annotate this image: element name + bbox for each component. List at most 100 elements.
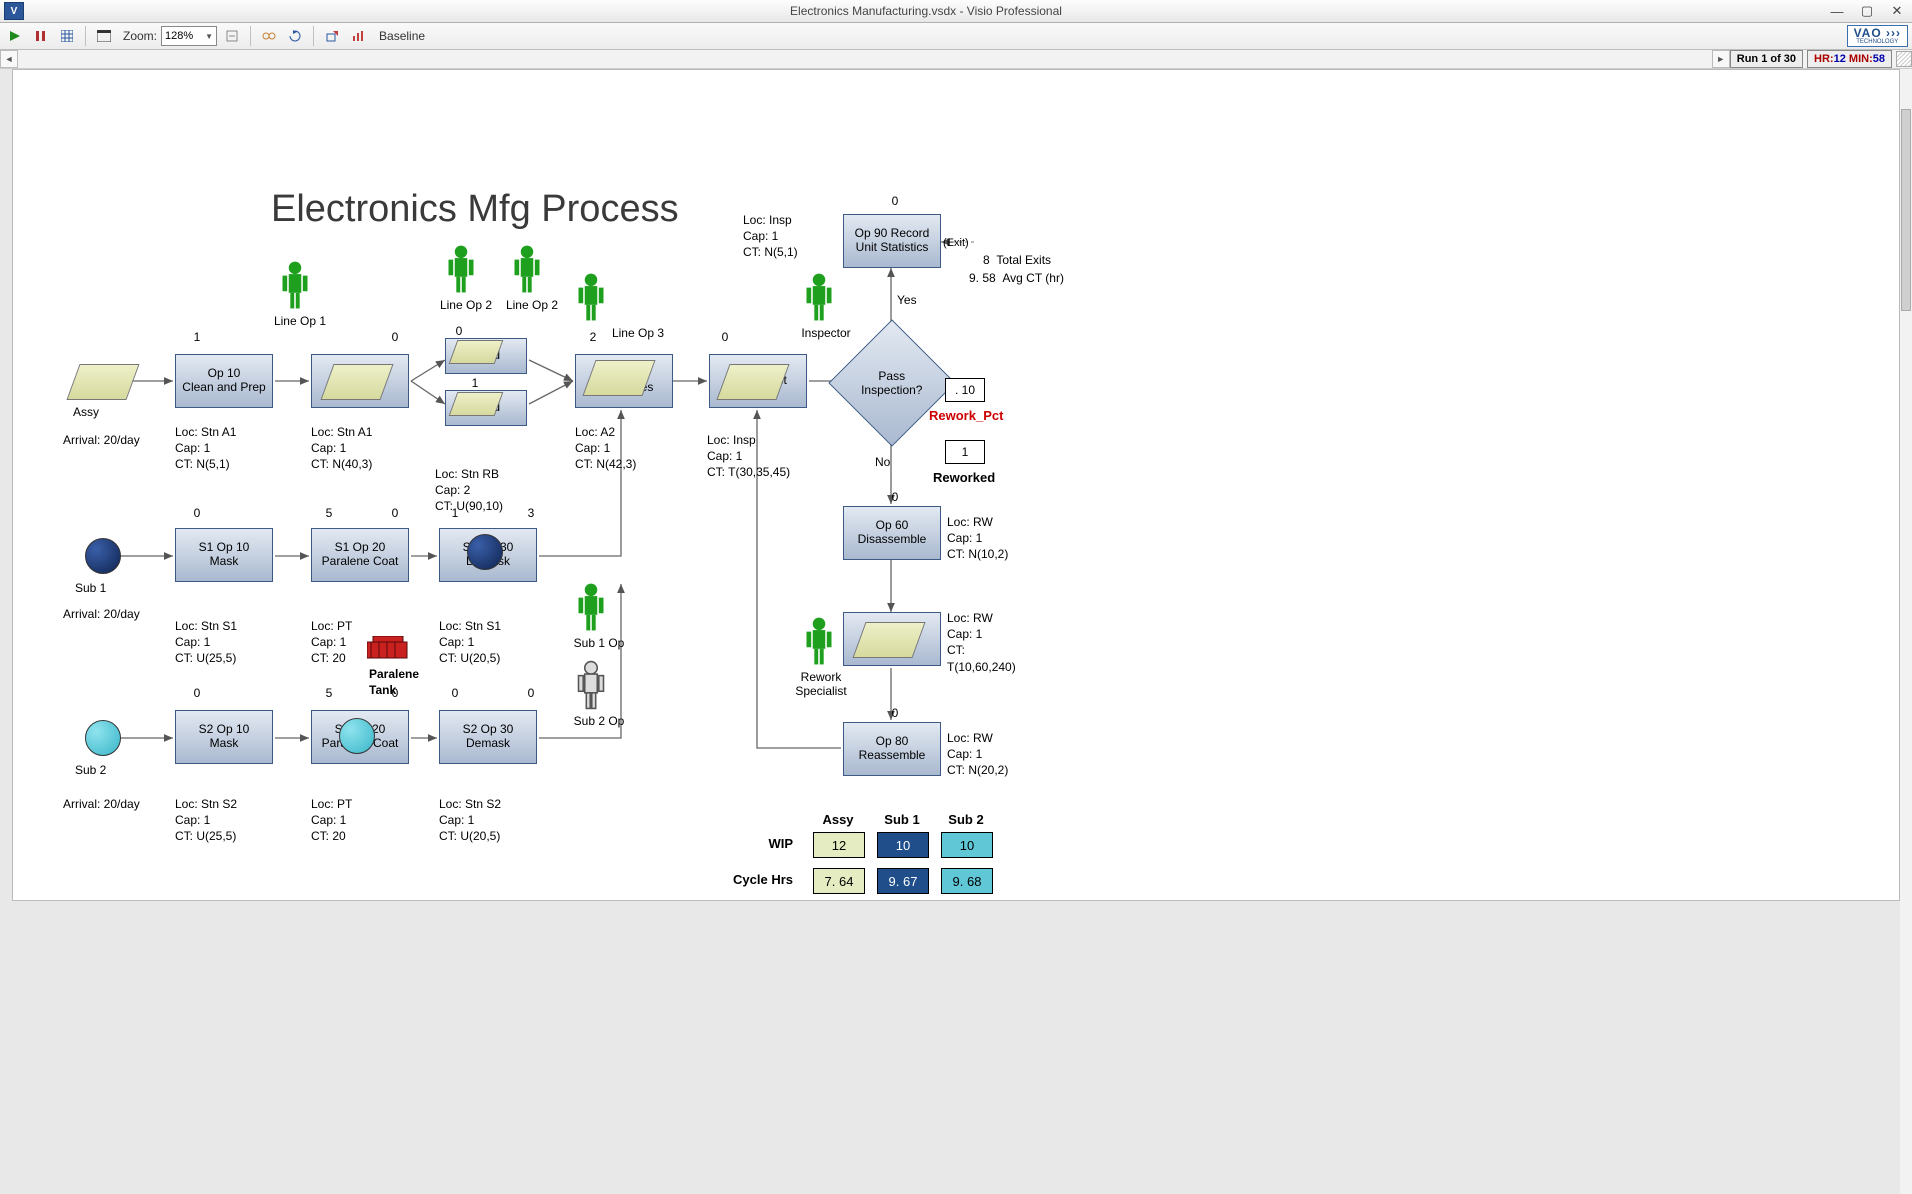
yes-label: Yes [897, 292, 917, 308]
run-status: Run 1 of 30 [1730, 50, 1803, 68]
cell-wip-sub2: 10 [941, 832, 993, 858]
count: 1 [187, 330, 207, 344]
wip-token [467, 534, 503, 570]
zoom-tool-icon[interactable] [221, 25, 243, 47]
table-icon[interactable] [93, 25, 115, 47]
clock-status: HR:12 MIN:58 [1807, 50, 1892, 68]
count: 0 [885, 194, 905, 208]
close-button[interactable]: ✕ [1882, 3, 1912, 19]
diagram-title: Electronics Mfg Process [271, 188, 679, 231]
s1-op10-box[interactable]: S1 Op 10 Mask [175, 528, 273, 582]
refresh-icon[interactable] [284, 25, 306, 47]
count: 0 [385, 330, 405, 344]
zoom-value: 128% [165, 30, 193, 42]
maximize-button[interactable]: ▢ [1852, 3, 1882, 19]
op-info: Loc: Stn A1 Cap: 1 CT: N(5,1) [175, 424, 236, 473]
toolbar: Zoom: 128%▼ Baseline VAO ›››TECHNOLOGY [0, 23, 1912, 50]
chevron-down-icon: ▼ [205, 32, 213, 41]
cell-wip-sub1: 10 [877, 832, 929, 858]
chart-icon[interactable] [347, 25, 369, 47]
operator-icon [575, 660, 607, 710]
op-info: Loc: Stn S1 Cap: 1 CT: U(25,5) [175, 618, 237, 667]
scenario-label: Baseline [379, 29, 425, 43]
operator-icon [803, 616, 835, 666]
page: Electronics Mfg Process Line Op 1 Line O… [12, 69, 1900, 901]
row-hdr-wip: WIP [703, 836, 793, 851]
rework-pct-label: Rework_Pct [929, 408, 1003, 423]
count: 0 [521, 686, 541, 700]
s2-op30-box[interactable]: S2 Op 30 Demask [439, 710, 537, 764]
hscroll-status-row: ◄ ► Run 1 of 30 HR:12 MIN:58 [0, 50, 1912, 69]
op-info: Loc: RW Cap: 1 CT: N(20,2) [947, 730, 1008, 779]
count: 3 [521, 506, 541, 520]
s1-op20-box[interactable]: S1 Op 20 Paralene Coat [311, 528, 409, 582]
col-hdr-assy: Assy [813, 812, 863, 827]
entity-label: Assy [73, 404, 99, 420]
count: 0 [187, 686, 207, 700]
exit-label: (Exit) [943, 236, 969, 251]
operator-icon [279, 260, 311, 310]
scroll-right-button[interactable]: ► [1712, 50, 1730, 68]
count: 2 [583, 330, 603, 344]
count: 0 [187, 506, 207, 520]
play-icon[interactable] [4, 25, 26, 47]
cell-cyc-assy: 7. 64 [813, 868, 865, 894]
separator [85, 26, 86, 46]
row-hdr-cycle: Cycle Hrs [703, 872, 793, 887]
count: 0 [715, 330, 735, 344]
op10-box[interactable]: Op 10 Clean and Prep [175, 354, 273, 408]
cell-cyc-sub2: 9. 68 [941, 868, 993, 894]
reworked-value: 1 [945, 440, 985, 464]
operator-label: Sub 2 Op [561, 714, 637, 728]
arrival-text: Arrival: 20/day [63, 432, 140, 448]
entity-assy[interactable] [66, 364, 139, 400]
resize-grip[interactable] [1896, 51, 1912, 67]
count: 0 [385, 686, 405, 700]
vscrollbar[interactable] [1900, 69, 1912, 1194]
op-info: Loc: PT Cap: 1 CT: 20 [311, 618, 352, 667]
count: 1 [445, 506, 465, 520]
op-info: Loc: Insp Cap: 1 CT: T(30,35,45) [707, 432, 790, 481]
zoom-combo[interactable]: 128% ▼ [161, 26, 217, 46]
count: 0 [385, 506, 405, 520]
count: 0 [449, 324, 469, 338]
op-info: Loc: RW Cap: 1 CT: T(10,60,240) [947, 610, 1016, 675]
operator-icon [803, 272, 835, 322]
app-icon: V [4, 2, 24, 20]
pause-icon[interactable] [30, 25, 52, 47]
minimize-button[interactable]: — [1822, 4, 1852, 19]
metric-row: 9. 58 Avg CT (hr) [969, 270, 1064, 286]
scroll-left-button[interactable]: ◄ [0, 50, 18, 68]
entity-sub2[interactable] [85, 720, 121, 756]
operator-label: Line Op 2 [431, 298, 501, 312]
op80-box[interactable]: Op 80 Reassemble [843, 722, 941, 776]
s2-op10-box[interactable]: S2 Op 10 Mask [175, 710, 273, 764]
wip-token [449, 392, 504, 416]
op60-box[interactable]: Op 60 Disassemble [843, 506, 941, 560]
cell-cyc-sub1: 9. 67 [877, 868, 929, 894]
arrival-text: Arrival: 20/day [63, 796, 140, 812]
entity-sub1[interactable] [85, 538, 121, 574]
export-icon[interactable] [321, 25, 343, 47]
count: 0 [885, 706, 905, 720]
count: 5 [319, 506, 339, 520]
vscroll-thumb[interactable] [1901, 109, 1911, 311]
entity-label: Sub 1 [75, 580, 106, 596]
drawing-canvas[interactable]: Electronics Mfg Process Line Op 1 Line O… [0, 69, 1912, 1194]
zoom-label: Zoom: [123, 29, 157, 43]
count: 0 [445, 686, 465, 700]
op-info: Loc: PT Cap: 1 CT: 20 [311, 796, 352, 845]
operator-label: Rework Specialist [783, 670, 859, 698]
op90-box[interactable]: Op 90 Record Unit Statistics [843, 214, 941, 268]
link-icon[interactable] [258, 25, 280, 47]
op-info: Loc: Stn A1 Cap: 1 CT: N(40,3) [311, 424, 372, 473]
operator-icon [511, 244, 543, 294]
entity-label: Sub 2 [75, 762, 106, 778]
rework-pct-value: . 10 [945, 378, 985, 402]
grid-icon[interactable] [56, 25, 78, 47]
insp-info: Loc: Insp Cap: 1 CT: N(5,1) [743, 212, 798, 261]
count: 1 [465, 376, 485, 390]
connectors [13, 70, 1393, 900]
operator-icon [575, 272, 607, 322]
operator-label: Line Op 2 [497, 298, 567, 312]
